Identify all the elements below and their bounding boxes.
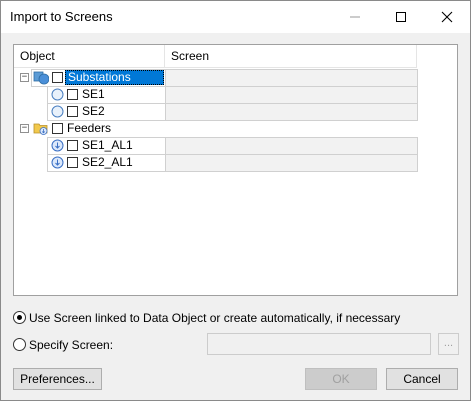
specify-screen-radio[interactable] [13,338,26,351]
tree-row[interactable]: SE2_AL1 [14,154,418,172]
maximize-icon [396,12,406,22]
se1-checkbox[interactable] [67,89,78,100]
browse-button: ... [438,333,459,355]
screen-cell[interactable] [165,137,418,155]
se2-checkbox[interactable] [67,106,78,117]
close-icon [441,11,453,23]
minimize-icon [350,16,360,18]
column-header-screen[interactable]: Screen [165,45,415,67]
column-divider[interactable] [416,45,417,67]
specify-screen-label[interactable]: Specify Screen: [29,338,113,352]
import-to-screens-dialog: Import to Screens Object Screen − Substa… [0,0,471,401]
tree-header: Object Screen [14,45,417,68]
tree-row[interactable]: − Feeders [14,120,417,137]
auto-screen-radio[interactable] [13,311,26,324]
se1-al1-checkbox[interactable] [67,140,78,151]
substations-checkbox[interactable] [52,72,63,83]
screen-cell[interactable] [165,86,418,104]
cancel-button[interactable]: Cancel [386,368,458,390]
tree-row[interactable]: SE2 [14,103,418,121]
se2-al1-checkbox[interactable] [67,157,78,168]
tree-row[interactable]: − Substations [14,69,418,87]
feeder-node-icon [51,139,64,152]
tree-row[interactable]: SE1 [14,86,418,104]
feeders-checkbox[interactable] [52,123,63,134]
column-header-object[interactable]: Object [14,45,164,67]
screen-cell[interactable] [165,103,418,121]
tree-item-label[interactable]: SE1_AL1 [80,138,135,153]
tree-item-label[interactable]: SE1 [80,87,107,102]
title-bar: Import to Screens [1,1,470,33]
substation-node-icon [51,105,64,118]
tree-item-label[interactable]: Substations [65,70,164,85]
preferences-button[interactable]: Preferences... [13,368,102,390]
tree-item-label[interactable]: SE2 [80,104,107,119]
auto-screen-label[interactable]: Use Screen linked to Data Object or crea… [29,311,400,325]
feeder-node-icon [51,156,64,169]
tree-row[interactable]: SE1_AL1 [14,137,418,155]
ok-button: OK [305,368,377,390]
screen-cell[interactable] [165,69,418,87]
screen-cell[interactable] [165,154,418,172]
window-title: Import to Screens [10,9,113,24]
substation-node-icon [51,88,64,101]
feeder-folder-icon [33,123,48,135]
tree-item-label[interactable]: Feeders [65,121,113,136]
collapse-expander-icon[interactable]: − [20,73,29,82]
screen-field [207,333,431,355]
collapse-expander-icon[interactable]: − [20,124,29,133]
maximize-button[interactable] [378,1,424,33]
minimize-button[interactable] [332,1,378,33]
substation-group-icon [33,71,49,85]
close-button[interactable] [424,1,470,33]
object-tree[interactable]: Object Screen − Substations SE1 SE2 − Fe… [13,44,458,296]
tree-item-label[interactable]: SE2_AL1 [80,155,135,170]
